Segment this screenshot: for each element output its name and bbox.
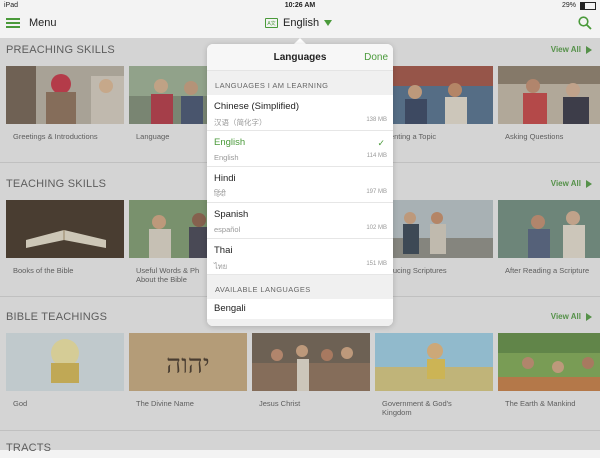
learning-header: LANGUAGES I AM LEARNING — [215, 81, 329, 90]
language-size: 138 MB — [366, 117, 387, 123]
top-bar: Menu A文 English — [0, 12, 600, 38]
language-name: Chinese (Simplified) — [214, 101, 300, 112]
status-bar: iPad 10:26 AM 29% — [0, 0, 600, 12]
language-name: Hindi — [214, 173, 236, 184]
language-size: 197 MB — [366, 189, 387, 195]
language-native: English — [214, 153, 239, 162]
language-icon: A文 — [265, 18, 278, 28]
menu-label: Menu — [29, 17, 57, 29]
language-row-hindi[interactable]: Hindi हिंदी 197 MB — [207, 167, 393, 203]
language-native: ไทย — [214, 262, 228, 271]
checkmark-icon: ✓ — [377, 138, 385, 148]
battery-percent: 29% — [561, 2, 576, 9]
search-icon[interactable] — [578, 16, 592, 30]
available-header: AVAILABLE LANGUAGES — [215, 285, 311, 294]
language-name: Thai — [214, 245, 233, 256]
language-name: English — [214, 137, 246, 148]
language-row-thai[interactable]: Thai ไทย 151 MB — [207, 239, 393, 275]
current-language: English — [283, 17, 320, 29]
language-row-chinese[interactable]: Chinese (Simplified) 汉语（简化字） 138 MB — [207, 95, 393, 131]
language-row-english[interactable]: English ✓ English 114 MB — [207, 131, 393, 167]
language-size: 114 MB — [366, 153, 387, 159]
popover-header: Languages Done — [207, 44, 393, 71]
language-row-spanish[interactable]: Spanish español 102 MB — [207, 203, 393, 239]
language-row-bengali[interactable]: Bengali — [207, 299, 393, 319]
language-native: español — [214, 225, 241, 234]
language-size: 151 MB — [366, 261, 387, 267]
language-native: हिंदी — [214, 189, 226, 198]
language-native: 汉语（简化字） — [214, 118, 267, 127]
languages-popover: Languages Done LANGUAGES I AM LEARNING C… — [207, 44, 393, 326]
language-name: Bengali — [214, 303, 246, 314]
status-indicators: 29% — [562, 0, 596, 12]
menu-button[interactable]: Menu — [6, 17, 57, 29]
battery-icon — [580, 2, 596, 10]
languages-list: LANGUAGES I AM LEARNING Chinese (Simplif… — [207, 71, 393, 326]
language-selector[interactable]: A文 English — [265, 17, 333, 29]
clock: 10:26 AM — [284, 2, 316, 9]
language-size: 102 MB — [366, 225, 387, 231]
done-button[interactable]: Done — [364, 52, 388, 63]
hamburger-icon — [6, 18, 20, 28]
caret-down-icon — [324, 20, 333, 26]
language-name: Spanish — [214, 209, 249, 220]
